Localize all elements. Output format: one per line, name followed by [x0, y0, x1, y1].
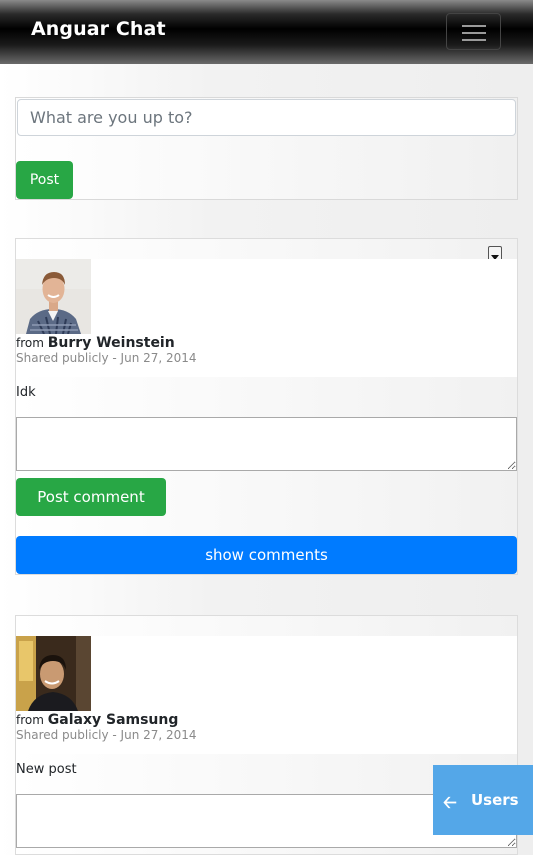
post-author-area: from Burry Weinstein Shared publicly - J… — [16, 259, 517, 377]
avatar — [16, 259, 91, 334]
show-comments-button[interactable]: show comments — [16, 536, 517, 574]
navbar: Anguar Chat — [0, 0, 533, 64]
post-header — [16, 616, 517, 636]
post-comment-button[interactable]: Post comment — [16, 478, 166, 516]
hamburger-icon — [462, 25, 486, 27]
from-label: from — [16, 336, 44, 350]
app-brand[interactable]: Anguar Chat — [31, 18, 166, 40]
post-text: New post — [16, 762, 77, 777]
post-author-line: from Burry Weinstein — [16, 335, 175, 351]
avatar — [16, 636, 91, 711]
hamburger-icon — [462, 32, 486, 34]
post-meta: Shared publicly - Jun 27, 2014 — [16, 728, 197, 742]
from-label: from — [16, 713, 44, 727]
post-author-line: from Galaxy Samsung — [16, 712, 178, 728]
users-button-label: Users — [471, 791, 519, 809]
author-name[interactable]: Galaxy Samsung — [48, 712, 179, 728]
post-header — [16, 239, 517, 268]
arrow-left-icon: 🡠 — [443, 793, 457, 813]
post-text: Idk — [16, 385, 36, 400]
comment-field[interactable] — [16, 417, 517, 471]
hamburger-icon — [462, 39, 486, 41]
status-composer: Post — [15, 97, 518, 200]
post-button[interactable]: Post — [16, 161, 73, 199]
post-card: from Burry Weinstein Shared publicly - J… — [15, 238, 518, 575]
post-author-area: from Galaxy Samsung Shared publicly - Ju… — [16, 636, 517, 754]
status-input[interactable] — [17, 99, 516, 136]
users-button[interactable]: 🡠 Users — [433, 765, 533, 835]
menu-toggle-button[interactable] — [446, 13, 501, 50]
author-name[interactable]: Burry Weinstein — [48, 335, 175, 351]
post-meta: Shared publicly - Jun 27, 2014 — [16, 351, 197, 365]
